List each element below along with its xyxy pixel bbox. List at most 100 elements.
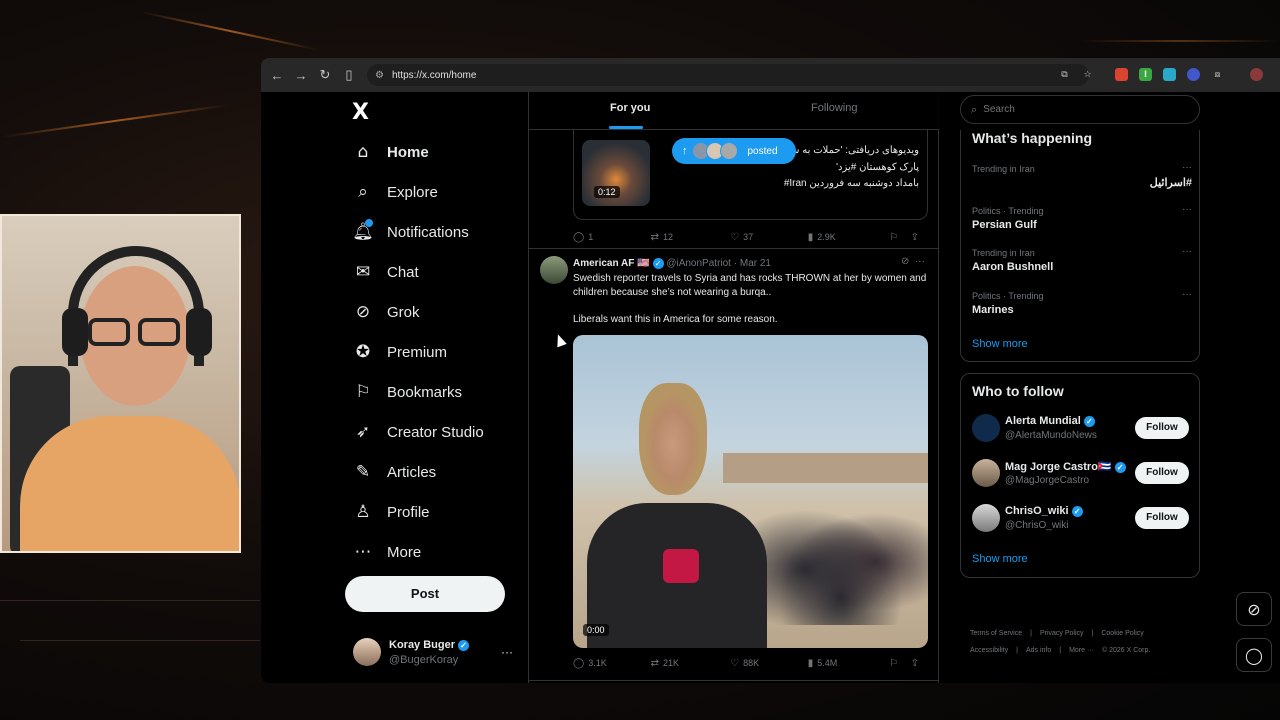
sidebar-item-more[interactable]: ⋯ More [353, 537, 422, 567]
new-posts-pill[interactable]: ↑ posted [672, 138, 796, 164]
forward-icon[interactable]: → [289, 68, 313, 83]
show-more-link[interactable]: Show more [972, 338, 1028, 350]
follow-button[interactable]: Follow [1135, 417, 1189, 439]
footer-link[interactable]: Privacy Policy [1040, 630, 1084, 637]
site-info-icon[interactable]: ⚙ [375, 70, 384, 81]
trend-more-icon[interactable]: ··· [1182, 204, 1192, 215]
footer-link[interactable]: Terms of Service [970, 630, 1022, 637]
sidebar-item-profile[interactable]: ♙ Profile [353, 497, 429, 527]
sidebar-icon[interactable]: ▯ [337, 67, 361, 83]
sidebar-item-bookmarks[interactable]: ⚐ Bookmarks [353, 377, 462, 407]
share-button[interactable]: ⇪ [911, 658, 923, 669]
sidebar-item-creator-studio[interactable]: ➶ Creator Studio [353, 417, 484, 447]
search-icon: ⌕ [971, 102, 978, 116]
follow-suggestion[interactable]: ChrisO_wiki ✓ @ChrisO_wiki Follow [972, 502, 1192, 536]
post-date[interactable]: · Mar 21 [734, 258, 771, 269]
footer-link[interactable]: More ··· [1069, 647, 1094, 654]
sidebar-item-grok[interactable]: ⊘ Grok [353, 297, 420, 327]
screen-icon[interactable]: ⧉ [1058, 68, 1071, 81]
author-handle[interactable]: @iAnonPatriot [666, 258, 731, 269]
reply-icon: ◯ [573, 657, 585, 669]
reply-button[interactable]: ◯ 1 [573, 232, 651, 243]
follow-button[interactable]: Follow [1135, 462, 1189, 484]
profile-icon[interactable] [1250, 68, 1263, 81]
repost-button[interactable]: ⇄ 21K [651, 658, 731, 669]
repost-button[interactable]: ⇄ 12 [651, 232, 731, 243]
active-tab-indicator [609, 126, 643, 129]
verified-badge-icon: ✓ [1083, 415, 1095, 427]
ext-teal-icon[interactable] [1163, 68, 1176, 81]
like-button[interactable]: ♡ 88K [730, 658, 808, 669]
trend-more-icon[interactable]: ··· [1182, 162, 1192, 173]
bookmark-button[interactable]: ⚐ [889, 658, 910, 669]
post-text-line: پارک کوهستان #یزد' [836, 162, 919, 173]
trend-more-icon[interactable]: ··· [1182, 246, 1192, 257]
account-switcher[interactable]: Koray Buger ✓ @BugerKoray ··· [353, 635, 513, 671]
card-title: Who to follow [972, 383, 1064, 399]
views-button[interactable]: ▮ 2.9K [808, 232, 889, 243]
post-text-line: بامداد دوشنبه سه فروردین Iran# [783, 178, 919, 189]
search-icon: ⌕ [358, 182, 368, 202]
mail-icon: ✉ [355, 262, 371, 282]
reply-icon: ◯ [573, 231, 585, 243]
reply-button[interactable]: ◯ 3.1K [573, 658, 651, 669]
account-handle: @BugerKoray [389, 654, 459, 666]
star-icon[interactable]: ☆ [1081, 68, 1094, 81]
footer-link[interactable]: Cookie Policy [1101, 630, 1143, 637]
ext-blue-icon[interactable] [1187, 68, 1200, 81]
trend-item[interactable]: Trending in Iran #اسرائیل ··· [972, 162, 1192, 189]
tab-for-you[interactable]: For you [610, 102, 650, 114]
sidebar-item-notifications[interactable]: 🔔︎ Notifications [352, 217, 469, 247]
timeline: For you Following 0:12 ویدیوهای دریافتی:… [528, 92, 939, 683]
trend-item[interactable]: Politics · Trending Marines ··· [972, 289, 1192, 316]
puzzle-icon[interactable]: ⧈ [1211, 68, 1224, 81]
trend-item[interactable]: Politics · Trending Persian Gulf ··· [972, 204, 1192, 231]
bookmark-icon: ⚐ [889, 657, 899, 669]
follow-button[interactable]: Follow [1135, 507, 1189, 529]
back-icon[interactable]: ← [265, 68, 289, 83]
bookmark-icon: ⚐ [355, 382, 371, 402]
trend-item[interactable]: Trending in Iran Aaron Bushnell ··· [972, 246, 1192, 273]
chat-float-icon[interactable]: ◯ [1236, 638, 1272, 672]
views-icon: ▮ [807, 231, 814, 243]
bookmark-button[interactable]: ⚐ [889, 232, 910, 243]
sidebar-item-articles[interactable]: ✎ Articles [353, 457, 436, 487]
post-more-icon[interactable]: ··· [915, 256, 925, 267]
bookmark-icon: ⚐ [889, 231, 899, 243]
views-button[interactable]: ▮ 5.4M [808, 658, 889, 669]
search-box[interactable]: ⌕ [960, 95, 1200, 124]
address-bar[interactable]: ⚙ https://x.com/home [367, 64, 1089, 86]
avatar [972, 459, 1000, 487]
share-button[interactable]: ⇪ [911, 232, 923, 243]
sidebar: X ⌂ Home ⌕ Explore 🔔︎ Notifications ✉ Ch… [341, 92, 528, 683]
search-input[interactable] [983, 104, 1174, 115]
url-text[interactable]: https://x.com/home [392, 70, 476, 81]
account-more-icon[interactable]: ··· [501, 645, 513, 659]
video-thumbnail[interactable]: 0:12 [582, 140, 650, 206]
grok-post-icon[interactable]: ⊘ [901, 256, 909, 267]
follow-suggestion[interactable]: Mag Jorge Castro🇨🇺 ✓ @MagJorgeCastro Foll… [972, 457, 1192, 491]
video-player[interactable]: 0:00 [573, 335, 928, 648]
sidebar-item-chat[interactable]: ✉ Chat [353, 257, 419, 287]
grok-float-icon[interactable]: ⊘ [1236, 592, 1272, 626]
tab-following[interactable]: Following [811, 102, 857, 114]
reload-icon[interactable]: ↻ [313, 67, 337, 83]
trend-more-icon[interactable]: ··· [1182, 289, 1192, 300]
author-name[interactable]: American AF 🇺🇸 [573, 258, 650, 269]
avatar[interactable] [540, 256, 568, 284]
share-icon: ⇪ [910, 657, 919, 669]
post-button[interactable]: Post [345, 576, 505, 612]
ext-green-icon[interactable]: I [1139, 68, 1152, 81]
follow-suggestion[interactable]: Alerta Mundial ✓ @AlertaMundoNews Follow [972, 412, 1192, 446]
x-logo-icon[interactable]: X [352, 100, 369, 125]
footer-link[interactable]: Accessibility [970, 647, 1008, 654]
post-actions: ◯ 3.1K ⇄ 21K ♡ 88K ▮ 5.4M ⚐ ⇪ [573, 656, 923, 670]
sidebar-item-explore[interactable]: ⌕ Explore [353, 177, 438, 207]
ext-red-icon[interactable] [1115, 68, 1128, 81]
posted-avatars [691, 142, 738, 160]
footer-link[interactable]: Ads info [1026, 647, 1051, 654]
sidebar-item-home[interactable]: ⌂ Home [353, 137, 429, 167]
sidebar-item-premium[interactable]: ✪ Premium [353, 337, 447, 367]
like-button[interactable]: ♡ 37 [730, 232, 808, 243]
show-more-link[interactable]: Show more [972, 553, 1028, 565]
